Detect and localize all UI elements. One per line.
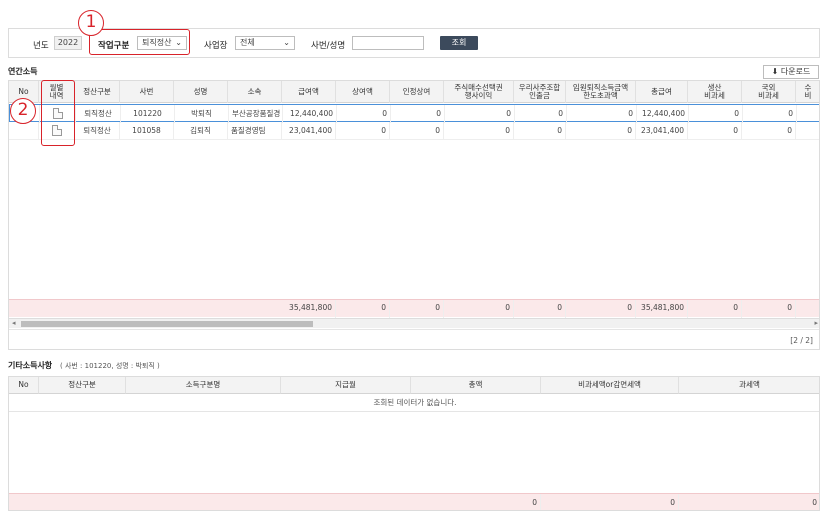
other-section-title: 기타소득사항 xyxy=(8,361,53,370)
col-income-type: 소득구분명 xyxy=(126,377,281,394)
cell-dept: 부산공장품질경 xyxy=(229,105,283,123)
scroll-right-icon[interactable]: ▸ xyxy=(814,319,818,327)
download-label: 다운로드 xyxy=(780,67,811,76)
page-indicator: [2 / 2] xyxy=(9,329,819,349)
download-button[interactable]: ⬇ 다운로드 xyxy=(763,65,819,79)
horizontal-scrollbar[interactable]: ◂ ▸ xyxy=(9,318,819,328)
col-salary: 급여액 xyxy=(282,81,336,103)
sum-salary: 35,481,800 xyxy=(282,300,336,318)
callout-badge-1: 1 xyxy=(78,10,104,36)
col-stock-option: 주식매수선택권 행사이익 xyxy=(444,81,514,103)
cell-prod: 0 xyxy=(689,105,743,123)
search-button[interactable]: 조회 xyxy=(440,36,478,50)
table-row[interactable]: 퇴직정산 101058 김퇴직 품질경영팀 23,041,400 0 0 0 0… xyxy=(9,122,819,140)
sum-bonus: 0 xyxy=(336,300,390,318)
col-dept: 소속 xyxy=(228,81,282,103)
cell-name: 박퇴직 xyxy=(175,105,229,123)
col-name: 성명 xyxy=(174,81,228,103)
site-select[interactable]: 전체 ⌄ xyxy=(235,36,295,50)
annual-grid: No 월별 내역 정산구분 사번 성명 소속 급여액 상여액 인정상여 주식매수… xyxy=(8,80,820,350)
cell-emp-no: 101058 xyxy=(120,122,174,140)
col-tax: 과세액 xyxy=(679,377,819,394)
cell-exec: 0 xyxy=(566,122,636,140)
sum-prod: 0 xyxy=(688,300,742,318)
cell-salary: 23,041,400 xyxy=(282,122,336,140)
cell-foreign: 0 xyxy=(743,105,797,123)
cell-dept: 품질경영팀 xyxy=(228,122,282,140)
cell-exec: 0 xyxy=(567,105,637,123)
sum-esop: 0 xyxy=(514,300,566,318)
col-deemed-bonus: 인정상여 xyxy=(390,81,444,103)
annual-grid-header: No 월별 내역 정산구분 사번 성명 소속 급여액 상여액 인정상여 주식매수… xyxy=(9,81,819,103)
annual-section-title: 연간소득 xyxy=(8,67,38,76)
cell-emp-no: 101220 xyxy=(121,105,175,123)
other-grid: No 정산구분 소득구분명 지급월 총액 비과세액or감면세액 과세액 조회된 … xyxy=(8,376,820,511)
download-icon: ⬇ xyxy=(771,67,779,76)
sum-stock: 0 xyxy=(444,300,514,318)
callout-badge-2: 2 xyxy=(10,98,36,124)
cell-salary: 12,440,400 xyxy=(283,105,337,123)
sum-foreign: 0 xyxy=(742,300,796,318)
cell-esop: 0 xyxy=(514,122,566,140)
sum-total: 0 xyxy=(411,494,541,510)
callout-box-monthly xyxy=(41,80,75,146)
cell-foreign: 0 xyxy=(742,122,796,140)
table-row[interactable]: 퇴직정산 101220 박퇴직 부산공장품질경 12,440,400 0 0 0… xyxy=(9,104,819,123)
cell-total: 23,041,400 xyxy=(636,122,688,140)
year-field[interactable]: 2022 xyxy=(54,36,82,50)
cell-prod: 0 xyxy=(688,122,742,140)
sum-total: 35,481,800 xyxy=(636,300,688,318)
cell-deemed: 0 xyxy=(391,105,445,123)
col-nontax: 비과세액or감면세액 xyxy=(541,377,679,394)
cell-esop: 0 xyxy=(515,105,567,123)
site-label: 사업장 xyxy=(204,41,228,51)
col-exec-retire: 임원퇴직소득금액 한도초과액 xyxy=(566,81,636,103)
col-more: 수 비 xyxy=(796,81,819,103)
annual-sum-row: 35,481,800 0 0 0 0 0 35,481,800 0 0 xyxy=(9,299,819,318)
empty-message: 조회된 데이터가 없습니다. xyxy=(9,394,819,412)
col-total: 총급여 xyxy=(636,81,688,103)
sum-nontax: 0 xyxy=(541,494,679,510)
sum-tax: 0 xyxy=(679,494,819,510)
cell-total: 12,440,400 xyxy=(637,105,689,123)
col-no: No xyxy=(9,377,39,394)
col-total: 총액 xyxy=(411,377,541,394)
cell-type: 퇴직정산 xyxy=(75,122,120,140)
scroll-left-icon[interactable]: ◂ xyxy=(12,319,16,327)
emp-label: 사번/성명 xyxy=(311,41,346,51)
year-label: 년도 xyxy=(33,41,49,51)
col-emp-no: 사번 xyxy=(120,81,174,103)
other-sum-row: 0 0 0 xyxy=(9,493,819,510)
emp-search-input[interactable] xyxy=(352,36,424,50)
scrollbar-thumb[interactable] xyxy=(21,321,313,327)
cell-bonus: 0 xyxy=(337,105,391,123)
col-prod-nontax: 생산 비과세 xyxy=(688,81,742,103)
callout-box-work-type xyxy=(89,29,190,55)
cell-stock: 0 xyxy=(444,122,514,140)
col-foreign-nontax: 국외 비과세 xyxy=(742,81,796,103)
col-type: 정산구분 xyxy=(39,377,126,394)
sum-deemed: 0 xyxy=(390,300,444,318)
other-section-subtitle: ( 사번 : 101220, 성명 : 박퇴직 ) xyxy=(60,362,160,370)
cell-bonus: 0 xyxy=(336,122,390,140)
site-value: 전체 xyxy=(240,38,255,47)
col-bonus: 상여액 xyxy=(336,81,390,103)
cell-deemed: 0 xyxy=(390,122,444,140)
col-type: 정산구분 xyxy=(75,81,120,103)
cell-no xyxy=(9,122,39,140)
sum-exec: 0 xyxy=(566,300,636,318)
col-pay-month: 지급월 xyxy=(281,377,411,394)
chevron-down-icon: ⌄ xyxy=(283,38,290,47)
cell-name: 김퇴직 xyxy=(174,122,228,140)
col-esop: 우리사주조합 인출금 xyxy=(514,81,566,103)
cell-stock: 0 xyxy=(445,105,515,123)
cell-type: 퇴직정산 xyxy=(76,105,121,123)
